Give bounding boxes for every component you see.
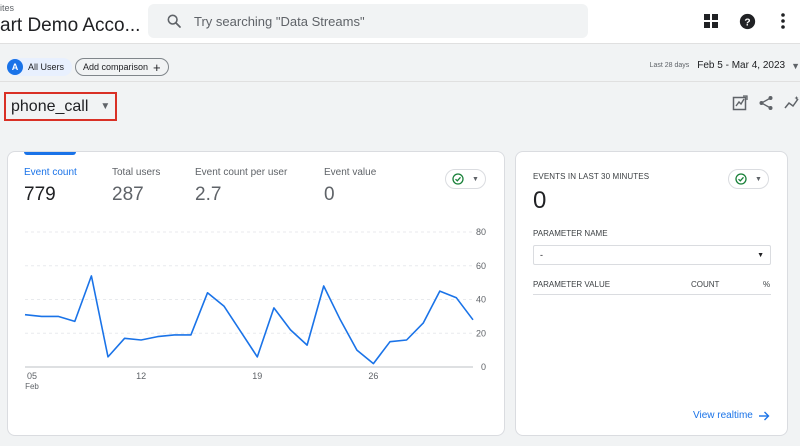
x-tick-label: 12	[136, 371, 146, 381]
insights-icon[interactable]	[784, 95, 800, 116]
view-realtime-link[interactable]: View realtime	[693, 410, 770, 421]
add-comparison-label: Add comparison	[83, 62, 149, 72]
search-bar[interactable]	[148, 4, 588, 38]
chevron-down-icon: ▼	[755, 175, 762, 183]
metric-status-dropdown[interactable]: ▼	[445, 169, 486, 189]
account-name: art Demo Acco...	[0, 15, 141, 36]
metric-value: 2.7	[195, 184, 222, 205]
breadcrumb[interactable]: ites	[0, 3, 14, 13]
chevron-down-icon: ▼	[791, 60, 800, 71]
y-tick-label: 40	[476, 295, 486, 305]
x-tick-label: 26	[368, 371, 378, 381]
metrics-card: Event count 779 Total users 287 Event co…	[7, 151, 505, 436]
top-bar: ites art Demo Acco... ▼ ?	[0, 0, 800, 44]
help-icon[interactable]: ?	[736, 10, 758, 32]
series-line-event-count	[24, 275, 474, 365]
column-header-percent: %	[763, 280, 771, 289]
segment-label: All Users	[28, 62, 65, 72]
realtime-status-dropdown[interactable]: ▼	[728, 169, 769, 189]
check-circle-icon	[735, 173, 747, 185]
date-range: Feb 5 - Mar 4, 2023	[697, 60, 786, 71]
chevron-down-icon: ▼	[100, 101, 111, 112]
active-tab-indicator	[24, 152, 76, 155]
realtime-title: EVENTS IN LAST 30 MINUTES	[533, 172, 650, 181]
arrow-right-icon	[758, 411, 770, 420]
chevron-down-icon: ▼	[472, 175, 479, 183]
x-tick-label: 19	[252, 371, 262, 381]
view-realtime-label: View realtime	[693, 410, 753, 421]
segment-avatar: A	[7, 59, 23, 75]
metric-label: Total users	[112, 167, 161, 178]
y-tick-label: 60	[476, 261, 486, 271]
add-comparison-button[interactable]: Add comparison +	[75, 58, 169, 76]
event-count-chart: 80 60 40 20 0 05Feb 12 19 26	[24, 227, 486, 391]
metric-event-value[interactable]: Event value 0	[324, 167, 376, 206]
date-caption: Last 28 days	[649, 62, 690, 69]
parameter-selected: -	[540, 250, 543, 260]
column-header-count: COUNT	[691, 280, 720, 289]
date-range-picker[interactable]: Last 28 days Feb 5 - Mar 4, 2023 ▼	[650, 60, 800, 71]
event-selector[interactable]: phone_call ▼	[4, 92, 117, 121]
y-tick-label: 20	[476, 328, 486, 338]
metric-value: 287	[112, 184, 144, 205]
table-divider	[533, 294, 771, 295]
column-header-parameter-value: PARAMETER VALUE	[533, 280, 611, 289]
metric-total-users[interactable]: Total users 287	[112, 167, 160, 206]
svg-text:?: ?	[744, 17, 750, 28]
realtime-value: 0	[533, 187, 547, 214]
x-tick-label: 05	[27, 371, 37, 381]
share-icon[interactable]	[758, 95, 774, 116]
plus-icon: +	[153, 59, 161, 75]
metric-label: Event value	[324, 167, 377, 178]
metric-label: Event count	[24, 167, 77, 178]
more-vert-icon[interactable]	[772, 10, 794, 32]
parameter-name-select[interactable]: - ▼	[533, 245, 771, 265]
all-users-chip[interactable]: A All Users	[7, 58, 73, 76]
comparison-bar: A All Users Add comparison + Last 28 day…	[0, 50, 800, 82]
account-selector[interactable]: art Demo Acco... ▼	[0, 15, 157, 37]
metric-value: 0	[324, 184, 335, 205]
metric-event-count-per-user[interactable]: Event count per user 2.7	[195, 167, 287, 206]
chevron-down-icon: ▼	[757, 251, 764, 259]
check-circle-icon	[452, 173, 464, 185]
apps-grid-icon[interactable]	[700, 10, 722, 32]
y-tick-label: 0	[481, 362, 486, 372]
search-icon	[167, 14, 181, 28]
metric-value: 779	[24, 184, 56, 205]
y-tick-label: 80	[476, 227, 486, 237]
metric-event-count[interactable]: Event count 779	[24, 167, 77, 206]
customize-report-icon[interactable]	[732, 95, 748, 116]
search-input[interactable]	[194, 13, 554, 29]
parameter-name-label: PARAMETER NAME	[533, 229, 608, 238]
event-name: phone_call	[11, 97, 89, 115]
metric-label: Event count per user	[195, 167, 288, 178]
realtime-card: EVENTS IN LAST 30 MINUTES 0 ▼ PARAMETER …	[515, 151, 788, 436]
x-tick-sublabel: Feb	[25, 382, 39, 391]
report-actions	[732, 95, 800, 116]
